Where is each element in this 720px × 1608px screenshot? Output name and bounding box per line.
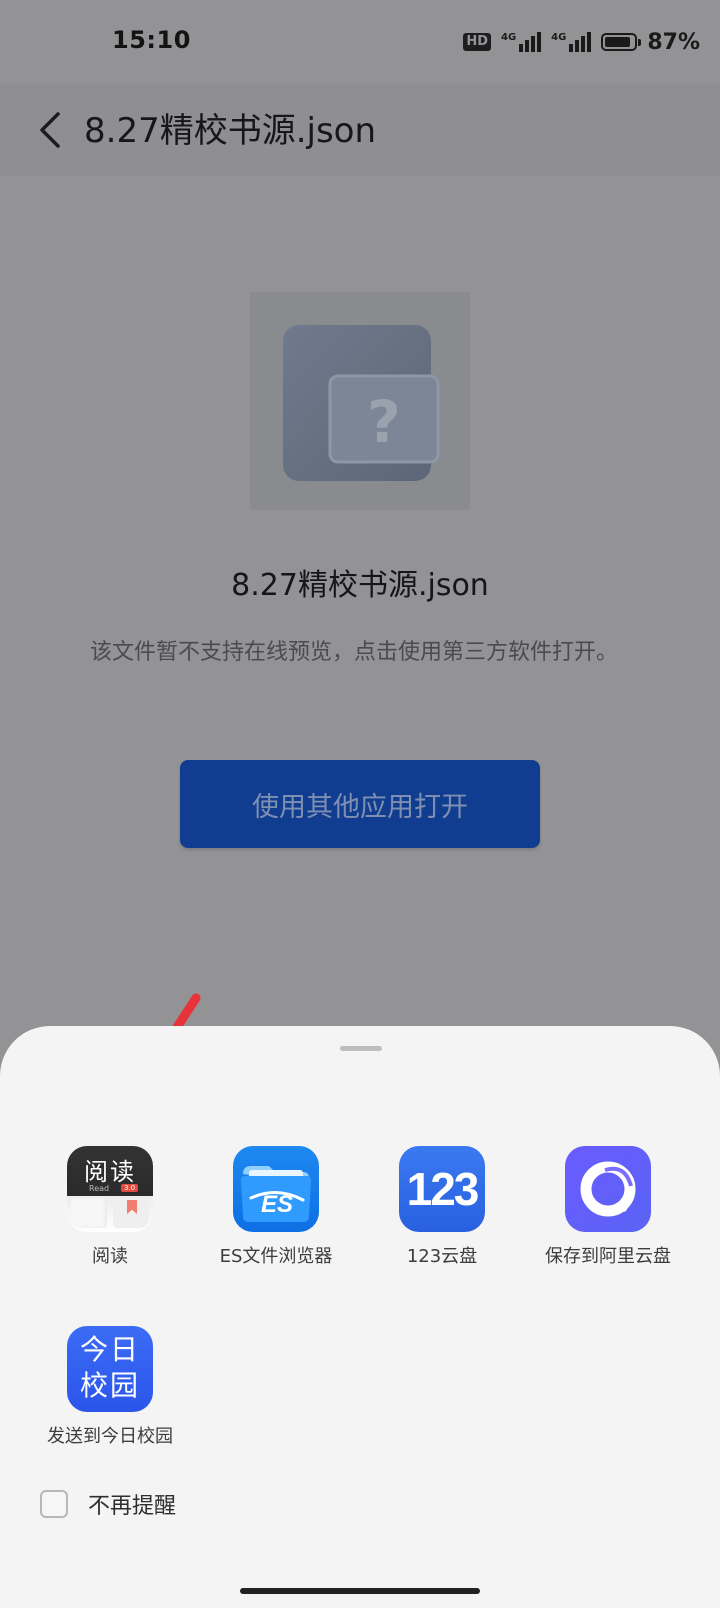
123pan-app-icon: 123 [399,1146,485,1232]
chevron-left-icon [40,112,60,148]
signal-1-icon: 4G [501,32,542,52]
yuedu-app-icon: 阅读 Read 3.0 [67,1146,153,1232]
jinri-xiaoyuan-icon: 今日校园 [67,1326,153,1412]
dont-remind-row[interactable]: 不再提醒 [40,1488,176,1520]
app-label: 发送到今日校园 [47,1426,173,1447]
status-time: 15:10 [112,26,191,54]
file-type-icon-frame: ? [250,292,470,510]
app-option-yuedu[interactable]: 阅读 Read 3.0 阅读 [24,1146,196,1268]
dont-remind-label: 不再提醒 [88,1494,177,1519]
share-bottom-sheet: 阅读 Read 3.0 阅读 ES ES文件浏览器 123 123云盘 保存到阿… [0,1026,720,1608]
sheet-drag-handle[interactable] [340,1046,382,1051]
app-option-es-file-explorer[interactable]: ES ES文件浏览器 [190,1146,362,1268]
preview-unsupported-hint: 该文件暂不支持在线预览，点击使用第三方软件打开。 [90,640,619,665]
home-indicator[interactable] [240,1588,480,1594]
status-bar: 15:10 HD 4G 4G 87% [0,0,720,84]
battery-icon [601,33,642,51]
app-bar: 8.27精校书源.json [0,84,720,176]
app-label: 保存到阿里云盘 [545,1246,671,1267]
page-title: 8.27精校书源.json [84,111,377,151]
dont-remind-checkbox[interactable] [40,1490,68,1518]
app-option-123pan[interactable]: 123 123云盘 [356,1146,528,1268]
unknown-file-icon: ? [283,325,440,481]
app-option-jinri-xiaoyuan[interactable]: 今日校园 发送到今日校园 [24,1326,196,1448]
app-label: 阅读 [92,1246,128,1267]
status-icons: HD 4G 4G 87% [463,26,700,58]
app-label: 123云盘 [406,1246,478,1267]
file-name: 8.27精校书源.json [231,568,489,603]
app-label: ES文件浏览器 [219,1246,333,1267]
hd-voice-icon: HD [463,33,491,51]
app-option-aliyun-drive[interactable]: 保存到阿里云盘 [522,1146,694,1268]
signal-2-icon: 4G [551,32,592,52]
aliyun-drive-icon [565,1146,651,1232]
back-button[interactable] [22,102,78,158]
es-file-explorer-icon: ES [233,1146,319,1232]
svg-text:?: ? [367,388,401,456]
battery-percent: 87% [647,29,700,55]
open-with-other-app-button[interactable]: 使用其他应用打开 [180,760,540,848]
